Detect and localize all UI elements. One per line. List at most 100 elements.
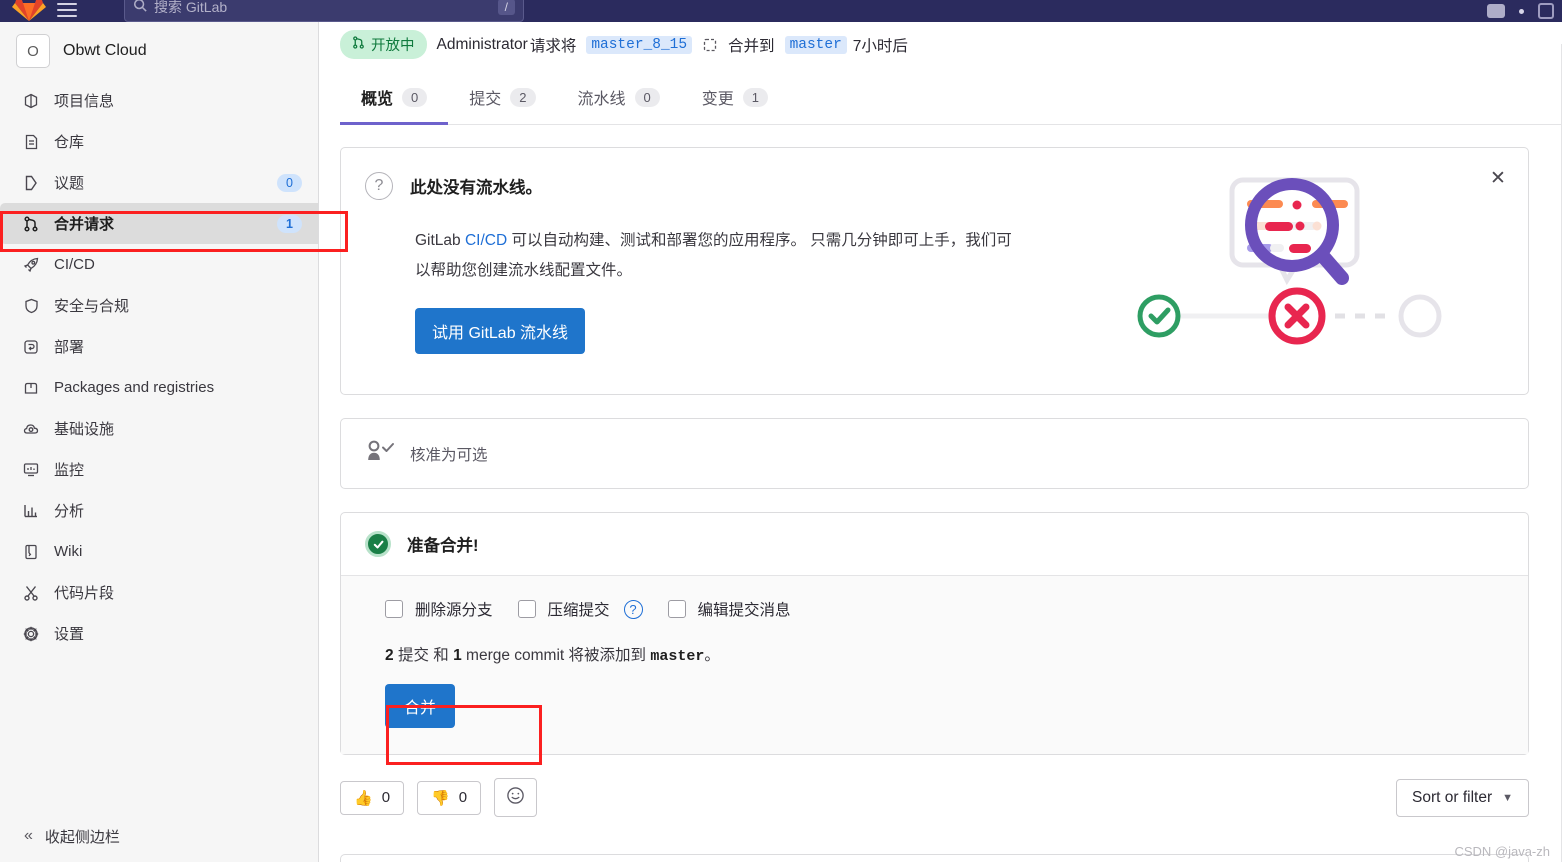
edit-commit-message-checkbox[interactable]: 编辑提交消息	[667, 598, 791, 620]
tab-changes[interactable]: 变更 1	[681, 77, 789, 125]
cloud-gear-icon	[22, 420, 40, 438]
tab-label: 概览	[361, 91, 394, 108]
try-gitlab-pipelines-button[interactable]: 试用 GitLab 流水线	[415, 308, 586, 354]
thumbs-down-reaction-button[interactable]: 👎 0	[417, 780, 482, 815]
conjunction-word: 和	[433, 647, 449, 664]
approval-card: 核准为可选	[340, 418, 1529, 489]
navbar-icon-a[interactable]	[1487, 4, 1505, 18]
navbar-right-actions	[1487, 0, 1554, 22]
checkbox-label: 编辑提交消息	[697, 602, 791, 619]
sidebar-item-infrastructure[interactable]: 基础设施	[0, 408, 318, 449]
approval-text: 核准为可选	[410, 446, 488, 464]
pipeline-card-body: GitLab CI/CD 可以自动构建、测试和部署您的应用程序。 只需几分钟即可…	[415, 226, 1015, 354]
project-sidebar: O Obwt Cloud 项目信息 仓库 议题 0 合并请求 1 CI/CD 安…	[0, 22, 319, 862]
thumbs-up-icon: 👍	[354, 789, 373, 807]
package-icon	[22, 379, 40, 397]
merge-commit-word: merge commit	[466, 647, 565, 664]
chevron-down-icon: ▼	[1502, 791, 1513, 804]
added-to-text: 将被添加到	[568, 647, 647, 664]
checkbox-box[interactable]	[517, 600, 536, 618]
collapse-sidebar-button[interactable]: « 收起侧边栏	[0, 810, 318, 862]
chevron-double-left-icon: «	[24, 827, 33, 844]
sidebar-item-snippets[interactable]: 代码片段	[0, 572, 318, 613]
sidebar-item-label: 代码片段	[54, 585, 115, 602]
sidebar-item-wiki[interactable]: Wiki	[0, 531, 318, 572]
add-reaction-button[interactable]	[494, 778, 538, 817]
deploy-icon	[22, 338, 40, 356]
top-navbar: 搜索 GitLab /	[0, 0, 1562, 22]
comment-area-stub	[340, 854, 1529, 862]
merge-ready-header: 准备合并!	[341, 513, 1528, 576]
merge-request-icon	[22, 215, 40, 233]
tab-count: 0	[634, 87, 660, 107]
thumbs-up-count: 0	[381, 789, 391, 806]
sidebar-item-label: 设置	[54, 626, 85, 643]
commit-summary-note: 2 提交 和 1 merge commit 将被添加到 master。	[385, 643, 1504, 665]
sidebar-item-project-info[interactable]: 项目信息	[0, 80, 318, 121]
tab-label: 提交	[469, 91, 502, 108]
pipeline-text-part1: GitLab	[415, 232, 465, 249]
sidebar-item-monitor[interactable]: 监控	[0, 449, 318, 490]
pipeline-card-description: GitLab CI/CD 可以自动构建、测试和部署您的应用程序。 只需几分钟即可…	[415, 226, 1015, 286]
sidebar-item-label: 监控	[54, 462, 85, 479]
navbar-icon-c[interactable]	[1538, 3, 1554, 19]
reactions-bar: 👍 0 👎 0 Sort or filter ▼	[319, 778, 1562, 817]
squash-commits-checkbox[interactable]: 压缩提交 ?	[517, 598, 643, 620]
search-icon	[133, 0, 147, 17]
search-shortcut-badge: /	[497, 0, 515, 15]
navbar-icon-b[interactable]	[1519, 8, 1524, 14]
smiley-face-icon	[506, 786, 525, 809]
mr-author[interactable]: Administrator	[437, 36, 528, 54]
merge-request-meta: 开放中 Administrator 请求将 master_8_15 合并到 ma…	[319, 22, 1562, 59]
tab-count: 0	[402, 87, 428, 107]
search-input[interactable]: 搜索 GitLab /	[124, 0, 524, 22]
sidebar-item-cicd[interactable]: CI/CD	[0, 244, 318, 285]
project-avatar: O	[16, 34, 50, 68]
sidebar-item-label: CI/CD	[54, 256, 95, 273]
project-name: Obwt Cloud	[63, 42, 147, 59]
status-badge-label: 开放中	[371, 38, 415, 54]
chart-icon	[22, 502, 40, 520]
tab-commits[interactable]: 提交 2	[448, 77, 556, 125]
close-icon[interactable]: ✕	[1486, 166, 1510, 190]
tab-pipelines[interactable]: 流水线 0	[557, 77, 681, 125]
gitlab-merge-request-page: 搜索 GitLab / O Obwt Cloud 项目信息 仓库 议题 0 合并…	[0, 0, 1562, 862]
cicd-link[interactable]: CI/CD	[465, 232, 507, 249]
commits-word: 提交	[397, 647, 429, 664]
book-icon	[22, 543, 40, 561]
merge-button[interactable]: 合并	[385, 684, 456, 728]
merge-ready-card: 准备合并! 删除源分支 压缩提交 ? 编辑提交消息 2 提交 和 1 merge…	[340, 512, 1529, 755]
period: 。	[704, 647, 720, 664]
checkbox-box[interactable]	[385, 600, 403, 618]
copy-branch-icon[interactable]	[702, 37, 718, 53]
merge-commit-count: 1	[453, 647, 462, 664]
question-circle-icon[interactable]: ?	[623, 599, 643, 619]
question-circle-icon: ?	[365, 172, 393, 200]
mr-tabs: 概览 0 提交 2 流水线 0 变更 1	[340, 77, 1562, 125]
target-branch-chip[interactable]: master	[784, 35, 847, 54]
tab-overview[interactable]: 概览 0	[340, 77, 449, 125]
sidebar-item-repository[interactable]: 仓库	[0, 121, 318, 162]
delete-source-branch-checkbox[interactable]: 删除源分支	[385, 598, 493, 620]
sidebar-item-label: 仓库	[54, 134, 85, 151]
sort-filter-label: Sort or filter	[1412, 788, 1493, 806]
checkbox-label: 删除源分支	[415, 602, 493, 619]
thumbs-up-reaction-button[interactable]: 👍 0	[340, 780, 405, 815]
sidebar-item-deployments[interactable]: 部署	[0, 326, 318, 367]
sidebar-item-settings[interactable]: 设置	[0, 613, 318, 654]
issues-count-badge: 0	[277, 173, 302, 192]
sidebar-item-issues[interactable]: 议题 0	[0, 162, 318, 203]
sidebar-item-label: 项目信息	[54, 93, 115, 110]
sidebar-item-packages-registries[interactable]: Packages and registries	[0, 367, 318, 408]
sidebar-item-label: 安全与合规	[54, 298, 130, 315]
sidebar-item-analytics[interactable]: 分析	[0, 490, 318, 531]
gitlab-logo[interactable]	[0, 0, 46, 22]
hamburger-icon[interactable]	[46, 0, 88, 22]
project-header[interactable]: O Obwt Cloud	[0, 22, 318, 78]
mr-action-text: 请求将	[529, 37, 577, 55]
sidebar-item-security-compliance[interactable]: 安全与合规	[0, 285, 318, 326]
checkbox-box[interactable]	[667, 600, 686, 618]
source-branch-chip[interactable]: master_8_15	[586, 35, 693, 54]
sort-or-filter-dropdown[interactable]: Sort or filter ▼	[1396, 778, 1529, 817]
sidebar-item-merge-requests[interactable]: 合并请求 1	[0, 203, 318, 244]
